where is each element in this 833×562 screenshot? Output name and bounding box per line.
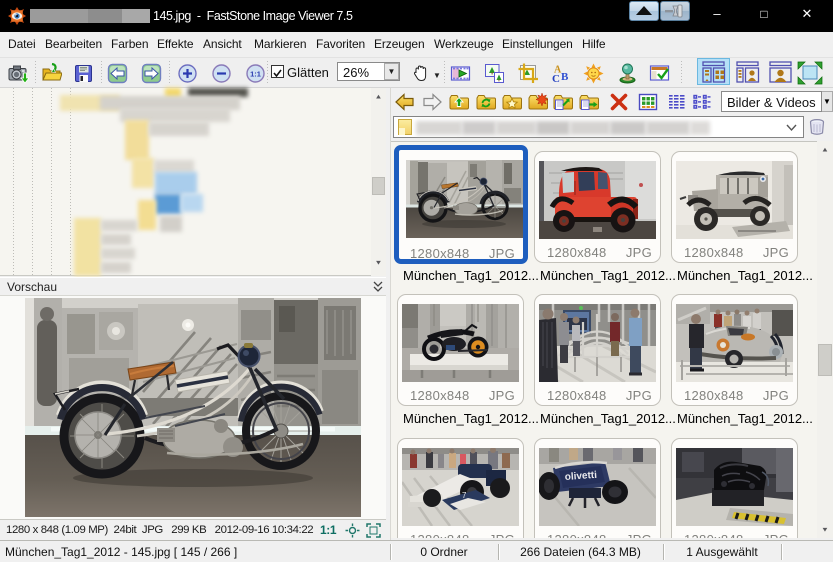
svg-text:B: B [561, 71, 569, 83]
svg-text:C: C [552, 73, 560, 84]
svg-text:olivetti: olivetti [564, 470, 597, 483]
svg-text:7: 7 [462, 491, 467, 500]
svg-text:1:1: 1:1 [250, 70, 261, 79]
